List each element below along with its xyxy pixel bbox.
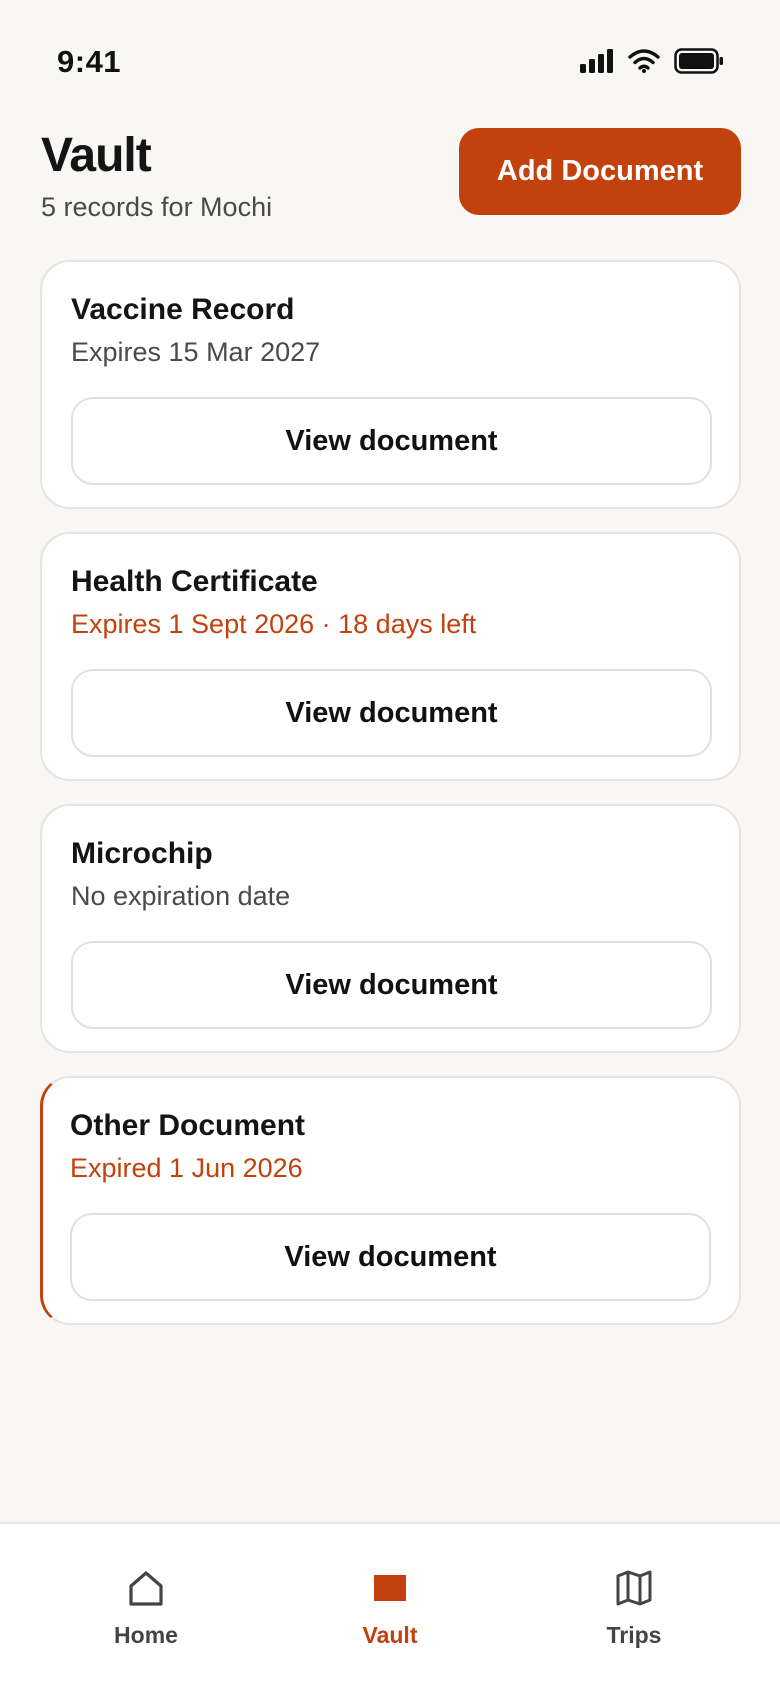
view-document-button[interactable]: View document [71, 941, 712, 1029]
tab-label: Home [114, 1622, 178, 1648]
map-icon [614, 1568, 654, 1608]
document-title: Health Certificate [71, 565, 318, 598]
status-time: 9:41 [57, 44, 122, 79]
view-document-button[interactable]: View document [71, 397, 712, 485]
tab-vault[interactable]: Vault [290, 1544, 490, 1654]
document-title: Other Document [70, 1109, 306, 1142]
tab-label: Trips [606, 1622, 662, 1648]
add-document-button[interactable]: Add Document [459, 128, 741, 215]
tab-bar: Home Vault Trips [0, 1522, 780, 1690]
tab-home[interactable]: Home [46, 1544, 246, 1654]
document-expiry: Expires 15 Mar 2027 [71, 337, 321, 367]
document-card-other-document: Other Document Expired 1 Jun 2026 View d… [40, 1076, 741, 1325]
tab-trips[interactable]: Trips [534, 1544, 734, 1654]
document-expiry: No expiration date [71, 881, 291, 911]
view-document-button[interactable]: View document [71, 669, 712, 757]
status-icons [580, 48, 724, 79]
vault-icon [370, 1568, 410, 1608]
document-expired-status: Expired 1 Jun 2026 [70, 1153, 303, 1183]
document-card-vaccine-record: Vaccine Record Expires 15 Mar 2027 View … [40, 260, 741, 509]
wifi-icon [628, 49, 660, 78]
document-list: Vaccine Record Expires 15 Mar 2027 View … [40, 260, 741, 1348]
document-card-health-certificate: Health Certificate Expires 1 Sept 2026 ·… [40, 532, 741, 781]
status-bar: 9:41 [0, 0, 780, 110]
document-card-microchip: Microchip No expiration date View docume… [40, 804, 741, 1053]
home-icon [126, 1568, 166, 1608]
document-title: Vaccine Record [71, 293, 295, 326]
battery-icon [674, 48, 724, 79]
tab-label: Vault [362, 1622, 418, 1648]
cellular-signal-icon [580, 49, 614, 78]
view-document-button[interactable]: View document [70, 1213, 711, 1301]
document-expiry-warning: Expires 1 Sept 2026 · 18 days left [71, 609, 477, 639]
document-title: Microchip [71, 837, 213, 870]
page-header: Vault 5 records for Mochi Add Document [41, 128, 741, 228]
